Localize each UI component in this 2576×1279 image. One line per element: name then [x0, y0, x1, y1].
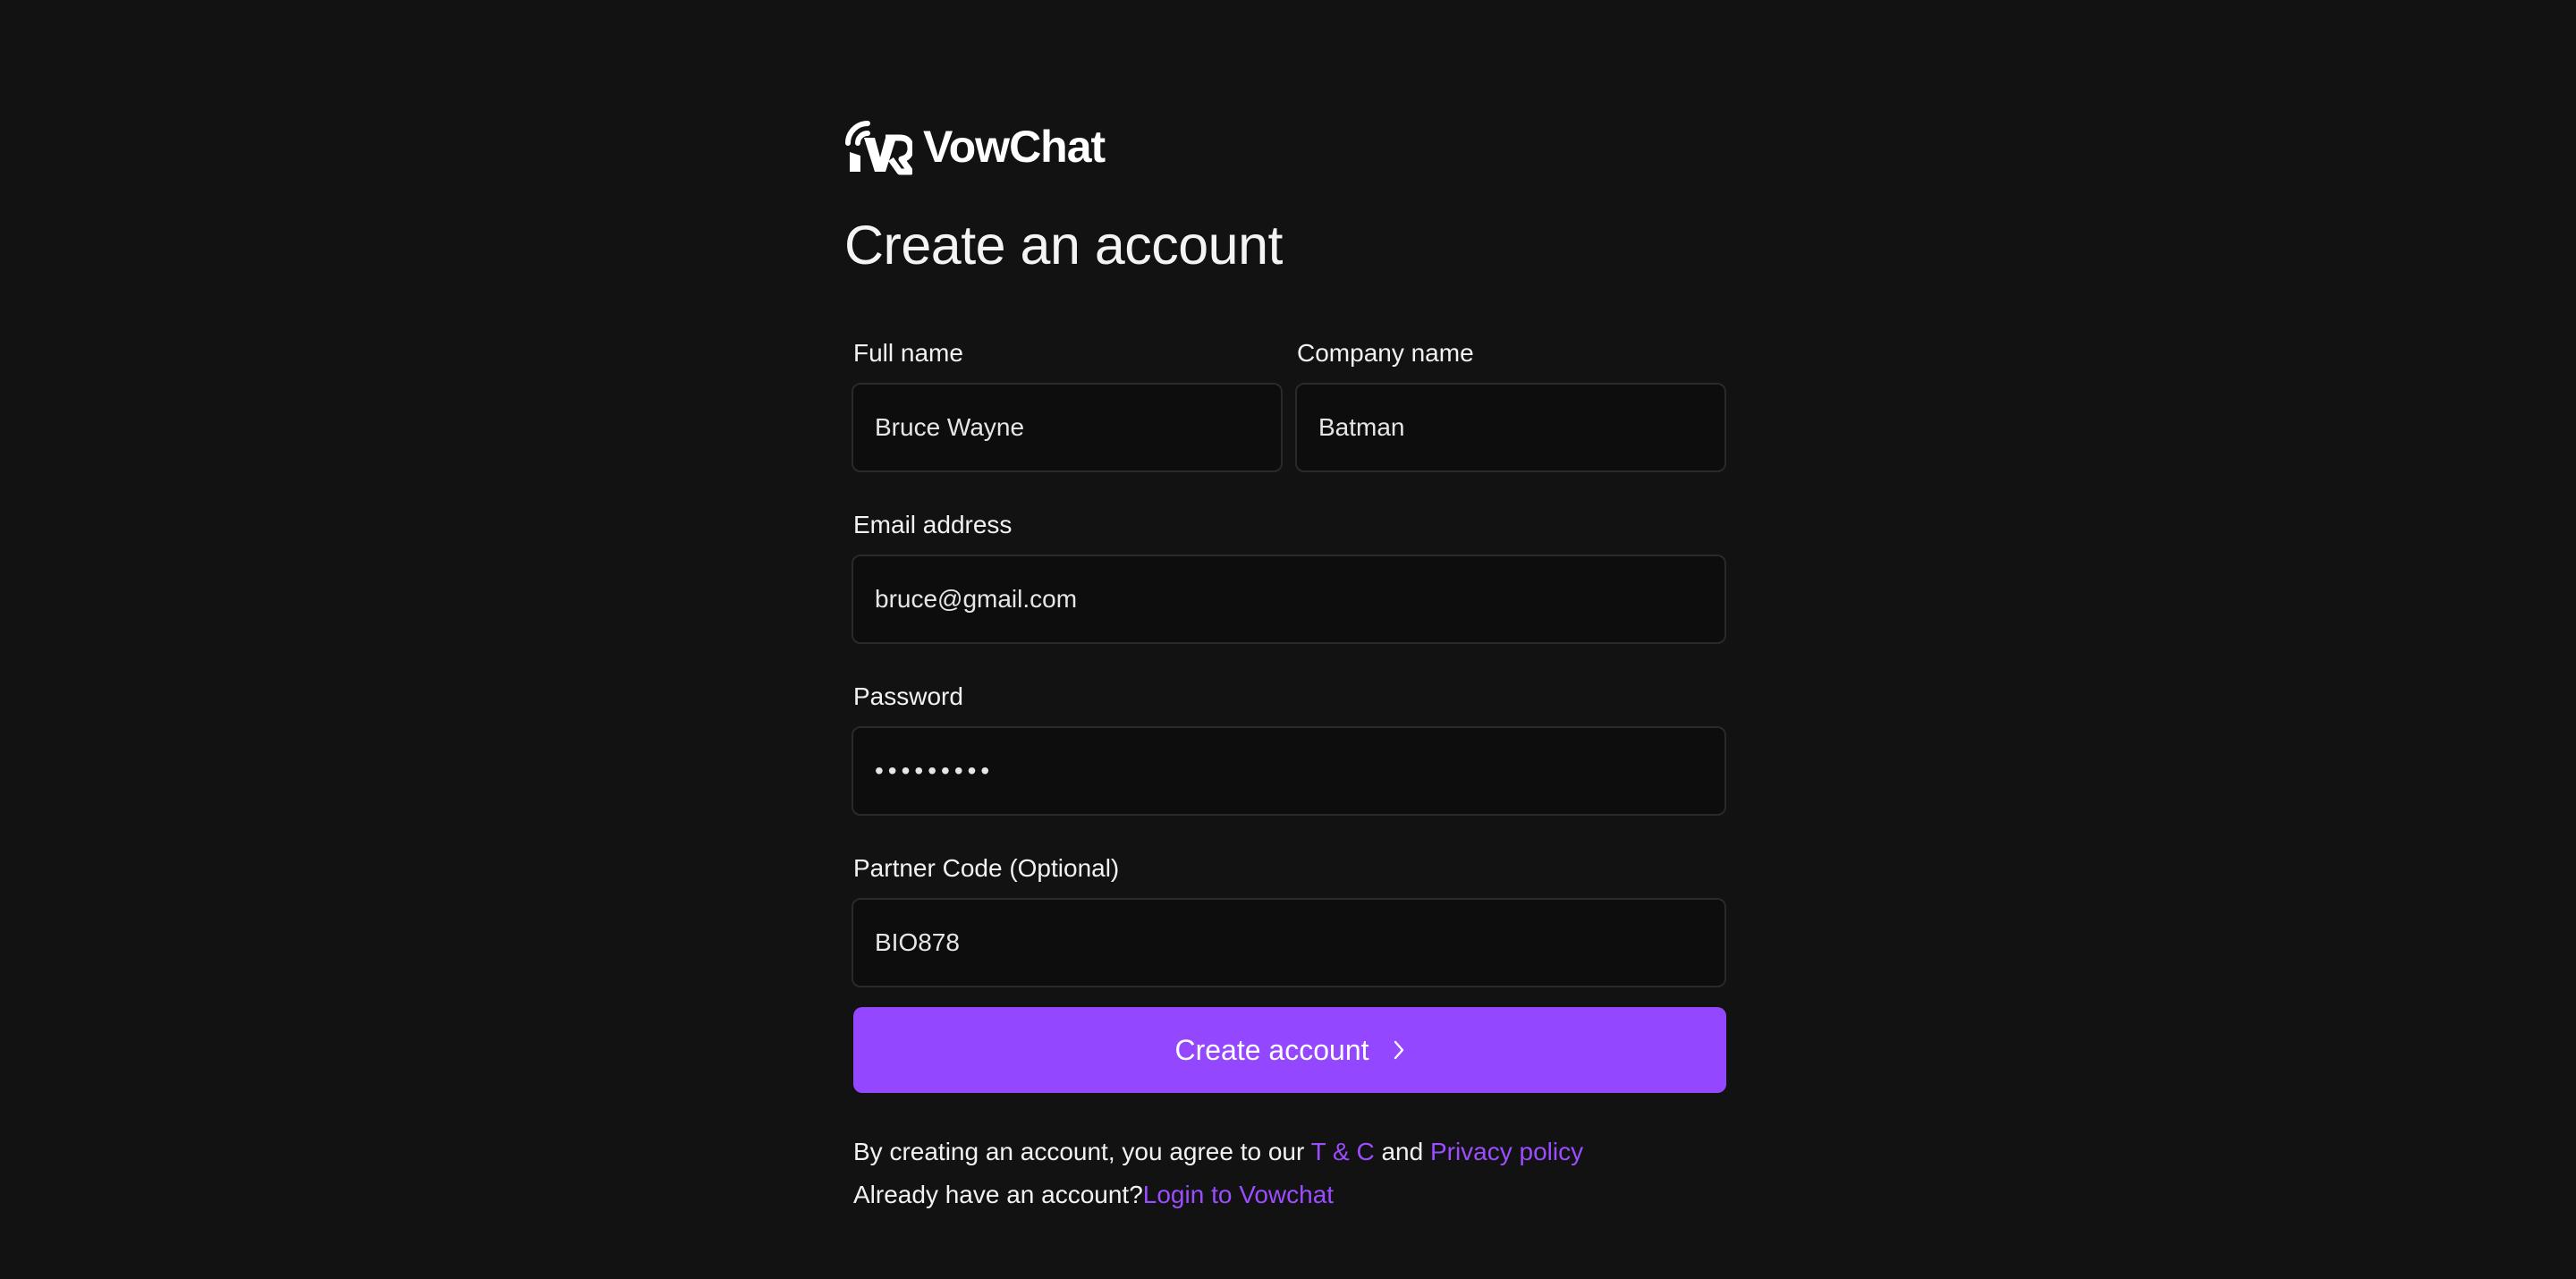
- privacy-policy-link[interactable]: Privacy policy: [1430, 1138, 1583, 1165]
- email-group: Email address bruce@gmail.com: [852, 510, 1726, 644]
- and-text: and: [1381, 1138, 1424, 1165]
- login-line: Already have an account?Login to Vowchat: [853, 1173, 1726, 1216]
- partner-code-group: Partner Code (Optional) BIO878: [852, 853, 1726, 987]
- company-name-input[interactable]: Batman: [1295, 383, 1726, 472]
- full-name-input[interactable]: Bruce Wayne: [852, 383, 1283, 472]
- brand-logo: VowChat: [844, 113, 1726, 181]
- login-link[interactable]: Login to Vowchat: [1143, 1181, 1334, 1208]
- legal-text: By creating an account, you agree to our…: [852, 1131, 1726, 1216]
- email-label: Email address: [853, 511, 1013, 538]
- full-name-label: Full name: [853, 339, 963, 367]
- chevron-right-icon: [1394, 1040, 1403, 1060]
- signup-card: VowChat Create an account Full name Bruc…: [844, 113, 1726, 1208]
- email-input[interactable]: bruce@gmail.com: [852, 555, 1726, 644]
- partner-code-input[interactable]: BIO878: [852, 898, 1726, 987]
- company-name-label: Company name: [1297, 339, 1474, 367]
- signup-page: VowChat Create an account Full name Bruc…: [0, 0, 2576, 1279]
- signup-form: Full name Bruce Wayne Company name Batma…: [852, 338, 1726, 1216]
- create-account-button[interactable]: Create account: [853, 1007, 1726, 1093]
- company-name-group: Company name Batman: [1295, 338, 1726, 472]
- terms-link[interactable]: T & C: [1311, 1138, 1375, 1165]
- name-row: Full name Bruce Wayne Company name Batma…: [852, 338, 1726, 472]
- vowchat-logo-icon: [845, 121, 912, 175]
- password-group: Password •••••••••: [852, 682, 1726, 816]
- brand-name: VowChat: [923, 122, 1106, 172]
- agree-text: By creating an account, you agree to our: [853, 1138, 1305, 1165]
- terms-line: By creating an account, you agree to our…: [853, 1131, 1726, 1173]
- password-input[interactable]: •••••••••: [852, 726, 1726, 816]
- password-label: Password: [853, 682, 963, 710]
- page-title: Create an account: [844, 215, 1283, 275]
- partner-code-label: Partner Code (Optional): [853, 854, 1120, 882]
- full-name-group: Full name Bruce Wayne: [852, 338, 1283, 472]
- create-account-label: Create account: [1174, 1033, 1369, 1066]
- login-prompt: Already have an account?: [853, 1181, 1143, 1208]
